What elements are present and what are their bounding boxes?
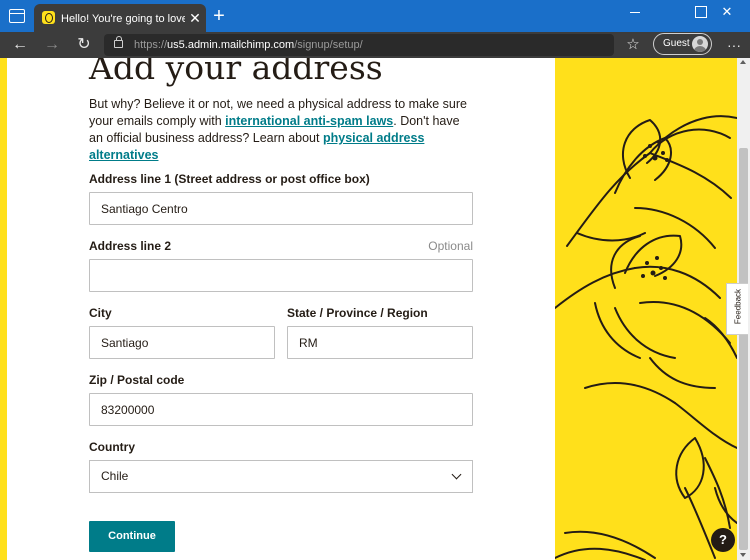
reload-button[interactable]: ↻ [74, 35, 94, 55]
close-window-button[interactable]: ✕ [704, 0, 750, 24]
address-line-2-label: Address line 2 [89, 239, 172, 253]
forward-button[interactable]: → [42, 35, 62, 55]
flower-drawing [555, 115, 737, 560]
url-host: us5.admin.mailchimp.com [167, 39, 295, 51]
minimize-button[interactable] [612, 0, 658, 24]
country-select[interactable]: Chile [89, 460, 473, 493]
optional-label: Optional [428, 239, 473, 253]
flower-illustration [555, 58, 737, 560]
back-button[interactable]: ← [10, 35, 30, 55]
city-input[interactable] [89, 326, 275, 359]
state-label: State / Province / Region [287, 306, 428, 320]
mailchimp-favicon-icon [42, 11, 55, 24]
country-label: Country [89, 440, 135, 454]
help-button[interactable]: ? [711, 528, 735, 552]
more-menu-icon[interactable]: ··· [725, 35, 743, 55]
new-tab-button[interactable]: + [210, 5, 228, 27]
url-scheme: https:// [134, 39, 168, 51]
city-label: City [89, 306, 112, 320]
avatar-icon [692, 36, 708, 52]
intro-paragraph: But why? Believe it or not, we need a ph… [89, 96, 469, 164]
profile-button[interactable]: Guest [653, 33, 712, 55]
zip-input[interactable] [89, 393, 473, 426]
state-input[interactable] [287, 326, 473, 359]
address-line-1-label: Address line 1 (Street address or post o… [89, 172, 370, 186]
browser-titlebar: Hello! You're going to love it here ✕ + … [0, 0, 750, 32]
url-text[interactable]: https://us5.admin.mailchimp.com/signup/s… [134, 34, 363, 56]
browser-tab[interactable]: Hello! You're going to love it here ✕ [34, 4, 206, 32]
tab-title: Hello! You're going to love it here [61, 13, 185, 25]
left-yellow-border [0, 58, 7, 560]
chevron-down-icon [451, 469, 462, 480]
profile-label: Guest [663, 38, 690, 49]
page-viewport: Add your address But why? Believe it or … [0, 58, 750, 560]
country-select-value: Chile [101, 469, 129, 483]
address-line-1-input[interactable] [89, 192, 473, 225]
url-path: /signup/setup/ [294, 39, 363, 51]
feedback-tab[interactable]: Feedback [726, 283, 748, 335]
continue-button[interactable]: Continue [89, 521, 175, 552]
tab-close-icon[interactable]: ✕ [188, 10, 202, 26]
lock-icon[interactable] [114, 36, 123, 48]
scroll-thumb[interactable] [739, 148, 748, 550]
scroll-up-arrow-icon[interactable] [740, 60, 746, 64]
favorites-star-icon[interactable]: ☆ [624, 35, 642, 55]
page-title: Add your address [89, 58, 383, 87]
zip-label: Zip / Postal code [89, 373, 185, 387]
scroll-down-arrow-icon[interactable] [740, 553, 746, 557]
browser-toolbar: ← → ↻ https://us5.admin.mailchimp.com/si… [0, 32, 750, 58]
anti-spam-laws-link[interactable]: international anti-spam laws [225, 114, 393, 128]
feedback-label: Feedback [733, 288, 743, 325]
window-menu-icon[interactable] [9, 9, 25, 23]
address-bar[interactable]: https://us5.admin.mailchimp.com/signup/s… [104, 34, 614, 56]
address-line-2-input[interactable] [89, 259, 473, 292]
